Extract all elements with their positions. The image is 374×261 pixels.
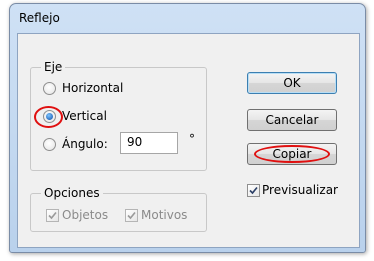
radio-angle-label: Ángulo:: [62, 137, 108, 151]
opciones-group: Opciones Objetos Motivos: [30, 186, 207, 232]
reflect-dialog: Reflejo Eje Horizontal Vertical Ángulo: …: [9, 3, 366, 253]
radio-icon[interactable]: [43, 138, 56, 151]
copy-button-label: Copiar: [272, 147, 312, 161]
radio-icon[interactable]: [43, 82, 56, 95]
ok-button[interactable]: OK: [247, 72, 337, 94]
radio-icon[interactable]: [43, 110, 56, 123]
eje-group: Eje Horizontal Vertical Ángulo: 90 °: [30, 60, 207, 171]
checkbox-motivos-label: Motivos: [141, 208, 188, 222]
preview-label: Previsualizar: [262, 183, 338, 197]
checkbox-icon: [46, 209, 59, 222]
copy-button[interactable]: Copiar: [247, 143, 337, 165]
radio-horizontal-label: Horizontal: [62, 81, 124, 95]
dialog-title: Reflejo: [19, 11, 60, 25]
opciones-legend: Opciones: [41, 186, 103, 200]
checkbox-icon[interactable]: [247, 184, 260, 197]
radio-vertical-label: Vertical: [62, 109, 107, 123]
degree-symbol: °: [189, 132, 195, 146]
checkbox-icon: [125, 209, 138, 222]
dialog-body: Eje Horizontal Vertical Ángulo: 90 ° Opc…: [17, 33, 360, 248]
checkbox-objetos-label: Objetos: [62, 208, 109, 222]
cancel-button[interactable]: Cancelar: [247, 109, 337, 131]
eje-legend: Eje: [41, 60, 66, 74]
angle-input[interactable]: 90: [120, 132, 178, 154]
